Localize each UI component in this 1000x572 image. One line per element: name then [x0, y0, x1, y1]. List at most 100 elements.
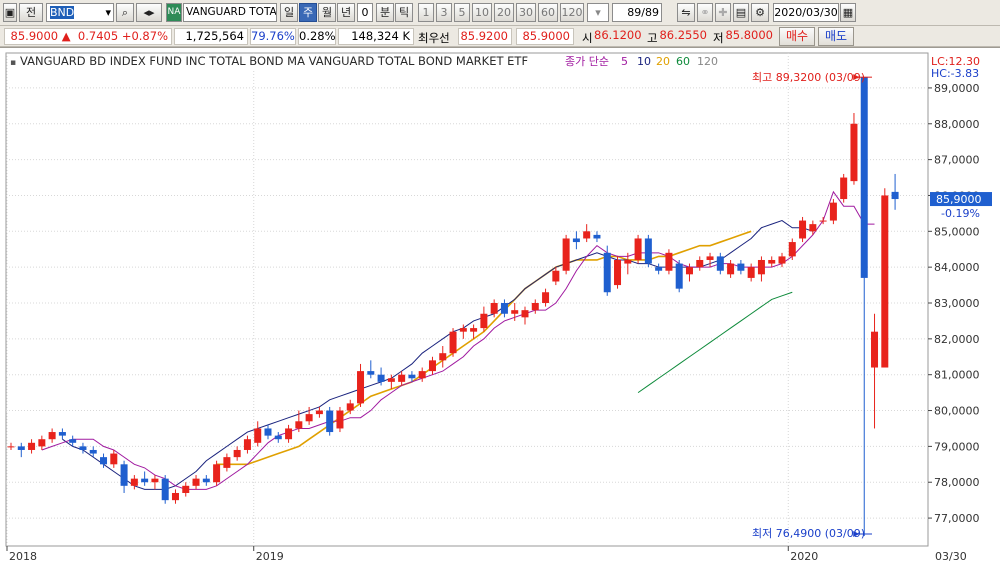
candle-body	[192, 478, 200, 486]
candle-body	[171, 492, 179, 501]
candle-body	[881, 195, 889, 368]
data-count: 89/89	[612, 3, 662, 22]
candle-body	[110, 453, 118, 465]
search-icon[interactable]: ⌕	[116, 3, 134, 22]
candle-body	[572, 238, 580, 243]
title-marker-icon: ▪	[10, 58, 16, 68]
candle-body	[644, 238, 652, 264]
candle-body	[38, 439, 46, 447]
candle-body	[480, 313, 488, 329]
x-tick-label: 2020	[790, 550, 818, 563]
candle-body	[408, 374, 416, 379]
y-axis: 77,0000 78,0000 79,0000 80,0000 81,0000 82,00…	[928, 82, 980, 525]
period-day[interactable]: 일	[280, 3, 298, 22]
sell-button[interactable]: 매도	[818, 27, 854, 46]
candle-body	[398, 374, 406, 382]
candle-body	[79, 446, 87, 450]
trade-value: 148,324 K	[338, 28, 414, 45]
open-label: 시	[582, 31, 593, 45]
minute-30[interactable]: 30	[516, 3, 536, 22]
candle-body	[305, 414, 313, 422]
candle-body	[470, 328, 478, 332]
period-week[interactable]: 주	[299, 3, 317, 22]
candle-body	[747, 267, 755, 278]
candle-body	[871, 331, 879, 368]
volume-ratio: 79.76%	[250, 28, 296, 45]
candle-body	[788, 242, 796, 257]
chart-area[interactable]: 77,0000 78,0000 79,0000 80,0000 81,0000 82,00…	[0, 47, 1000, 572]
candlestick-chart[interactable]: 77,0000 78,0000 79,0000 80,0000 81,0000 82,00…	[0, 48, 1000, 572]
candle-body	[285, 428, 293, 440]
current-price: 85.9000	[10, 29, 59, 43]
date-input[interactable]: 2020/03/30	[773, 3, 839, 22]
candle-body	[357, 371, 365, 404]
candle-body	[367, 371, 375, 375]
x-tick-label: 2018	[9, 550, 37, 563]
candle-body	[634, 238, 642, 260]
settings-icon[interactable]: ⚙	[751, 3, 769, 22]
minute-3[interactable]: 3	[436, 3, 452, 22]
lock-icon[interactable]: ▣	[3, 3, 17, 22]
zoom-icon[interactable]: ✚	[715, 3, 731, 22]
minute-20[interactable]: 20	[494, 3, 514, 22]
high-price: 86.2550	[659, 28, 707, 42]
compare-icon[interactable]: ⇋	[677, 3, 695, 22]
candle-body	[655, 267, 663, 271]
candle-body	[716, 256, 724, 271]
period-tick[interactable]: 틱	[395, 3, 413, 22]
symbol-input[interactable]: BND ▾	[46, 3, 114, 22]
price-cell: 85.9000 ▲ 0.7405 +0.87%	[4, 28, 172, 45]
candle-body	[48, 432, 56, 440]
minute-1[interactable]: 1	[418, 3, 434, 22]
hc-label: HC:-3.83	[931, 67, 979, 80]
history-icon[interactable]: ◂▸	[136, 3, 162, 22]
candle-body	[315, 410, 323, 415]
minute-120[interactable]: 120	[560, 3, 584, 22]
interval-input[interactable]: 0	[357, 3, 373, 22]
y-tick-label: 79,0000	[934, 440, 980, 453]
candle-body	[819, 220, 827, 222]
minute-5[interactable]: 5	[454, 3, 470, 22]
period-minute[interactable]: 분	[376, 3, 394, 22]
quote-bar: 85.9000 ▲ 0.7405 +0.87% 1,725,564 79.76%…	[0, 26, 1000, 47]
low-label: 저	[713, 31, 724, 45]
ma-legend-5: 5	[621, 55, 628, 68]
candle-body	[490, 303, 498, 314]
candle-body	[459, 328, 467, 332]
candle-body	[614, 259, 622, 286]
candle-body	[377, 374, 385, 382]
candle-body	[685, 267, 693, 275]
ma-legend-120: 120	[697, 55, 718, 68]
y-tick-label: 87,0000	[934, 154, 980, 167]
candle-body	[243, 439, 251, 450]
candle-body	[89, 449, 97, 454]
turnover-rate: 0.28%	[298, 28, 336, 45]
current-change-label: -0.19%	[941, 207, 980, 220]
minute-10[interactable]: 10	[472, 3, 492, 22]
candle-body	[161, 478, 169, 501]
candle-body	[562, 238, 570, 271]
period-month[interactable]: 월	[318, 3, 336, 22]
period-year[interactable]: 년	[337, 3, 355, 22]
y-tick-label: 83,0000	[934, 297, 980, 310]
high-label: 고	[647, 31, 658, 45]
y-tick-label: 80,0000	[934, 405, 980, 418]
link-icon[interactable]: ⚭	[697, 3, 713, 22]
candle-body	[120, 464, 128, 486]
minute-60[interactable]: 60	[538, 3, 558, 22]
candle-body	[706, 256, 714, 260]
candle-body	[449, 331, 457, 354]
x-tick-label: 2019	[256, 550, 284, 563]
volume: 1,725,564	[174, 28, 248, 45]
calendar-icon[interactable]: ▦	[840, 3, 856, 22]
save-icon[interactable]: ▤	[733, 3, 749, 22]
best-quote-label: 최우선	[418, 31, 450, 45]
market-selector[interactable]: 전	[19, 3, 43, 22]
candle-body	[418, 371, 426, 379]
custom-minute-dropdown[interactable]: ▾	[587, 3, 609, 22]
candle-body	[346, 403, 354, 411]
candle-body	[511, 310, 519, 314]
buy-button[interactable]: 매수	[779, 27, 815, 46]
y-tick-label: 82,0000	[934, 333, 980, 346]
chevron-down-icon[interactable]: ▾	[105, 4, 111, 21]
